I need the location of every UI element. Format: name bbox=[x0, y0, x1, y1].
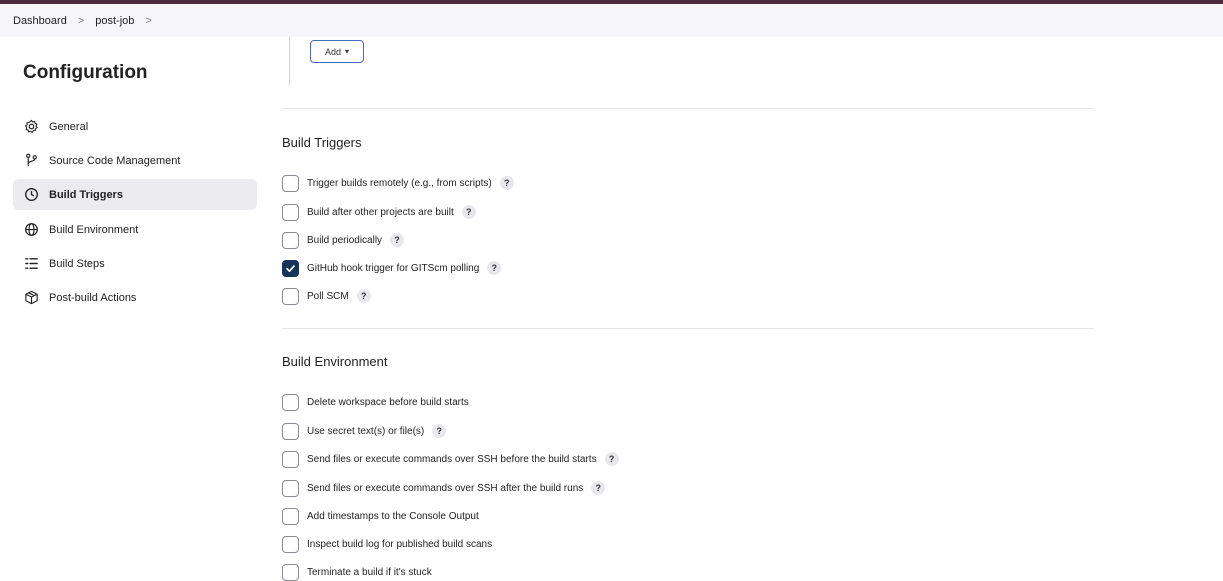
checkbox[interactable] bbox=[282, 450, 299, 468]
chevron-down-icon: ▾ bbox=[345, 47, 350, 56]
help-icon[interactable]: ? bbox=[432, 424, 447, 438]
branch-icon bbox=[23, 153, 39, 169]
section-indent-line bbox=[289, 37, 290, 85]
sidebar-item-label: Build Triggers bbox=[49, 188, 123, 201]
section-divider bbox=[282, 108, 1094, 109]
checkbox[interactable] bbox=[282, 422, 299, 440]
checkbox[interactable] bbox=[282, 507, 299, 525]
option-github-hook-trigger: GitHub hook trigger for GITScm polling ? bbox=[282, 259, 502, 277]
add-button[interactable]: Add ▾ bbox=[310, 40, 364, 63]
option-label[interactable]: Build periodically bbox=[307, 235, 382, 246]
option-label[interactable]: Use secret text(s) or file(s) bbox=[307, 426, 424, 437]
gear-icon bbox=[23, 119, 39, 135]
help-icon[interactable]: ? bbox=[356, 289, 371, 303]
help-icon[interactable]: ? bbox=[591, 481, 606, 495]
option-poll-scm: Poll SCM ? bbox=[282, 287, 371, 305]
sidebar-item-label: General bbox=[49, 120, 89, 133]
breadcrumb-dashboard[interactable]: Dashboard bbox=[13, 15, 67, 27]
option-label[interactable]: Send files or execute commands over SSH … bbox=[307, 483, 583, 494]
option-label[interactable]: Inspect build log for published build sc… bbox=[307, 539, 492, 550]
option-label[interactable]: Trigger builds remotely (e.g., from scri… bbox=[307, 178, 492, 189]
help-icon[interactable]: ? bbox=[461, 205, 476, 219]
option-label[interactable]: Poll SCM bbox=[307, 291, 349, 302]
checkbox[interactable] bbox=[282, 535, 299, 553]
sidebar-item-source-code-management[interactable]: Source Code Management bbox=[13, 145, 257, 176]
build-triggers-title: Build Triggers bbox=[282, 135, 362, 150]
checkbox[interactable] bbox=[282, 231, 299, 249]
option-label[interactable]: Build after other projects are built bbox=[307, 207, 454, 218]
chevron-right-icon: > bbox=[77, 14, 85, 27]
option-add-timestamps: Add timestamps to the Console Output bbox=[282, 507, 479, 525]
sidebar-item-build-environment[interactable]: Build Environment bbox=[13, 214, 257, 245]
checkbox[interactable] bbox=[282, 479, 299, 497]
page-title: Configuration bbox=[23, 62, 148, 83]
option-delete-workspace: Delete workspace before build starts bbox=[282, 393, 469, 411]
breadcrumb: Dashboard > post-job > bbox=[0, 4, 1223, 37]
globe-icon bbox=[23, 222, 39, 238]
option-label[interactable]: Add timestamps to the Console Output bbox=[307, 511, 479, 522]
sidebar-item-build-triggers[interactable]: Build Triggers bbox=[13, 179, 257, 210]
option-inspect-build-log: Inspect build log for published build sc… bbox=[282, 535, 492, 553]
check-icon bbox=[286, 264, 295, 272]
checkbox[interactable] bbox=[282, 203, 299, 221]
sidebar-item-general[interactable]: General bbox=[13, 111, 257, 142]
option-label[interactable]: GitHub hook trigger for GITScm polling bbox=[307, 263, 479, 274]
list-icon bbox=[23, 256, 39, 272]
checkbox[interactable] bbox=[282, 393, 299, 411]
checkbox[interactable] bbox=[282, 174, 299, 192]
package-icon bbox=[23, 290, 39, 306]
breadcrumb-post-job[interactable]: post-job bbox=[95, 15, 134, 27]
option-terminate-stuck-build: Terminate a build if it's stuck bbox=[282, 563, 432, 581]
help-icon[interactable]: ? bbox=[487, 261, 502, 275]
sidebar-item-build-steps[interactable]: Build Steps bbox=[13, 248, 257, 279]
clock-icon bbox=[23, 187, 39, 203]
help-icon[interactable]: ? bbox=[390, 233, 405, 247]
help-icon[interactable]: ? bbox=[604, 452, 619, 466]
chevron-right-icon[interactable]: > bbox=[145, 15, 151, 27]
sidebar-item-label: Build Environment bbox=[49, 223, 139, 236]
option-label[interactable]: Send files or execute commands over SSH … bbox=[307, 454, 597, 465]
checkbox[interactable] bbox=[282, 563, 299, 581]
section-divider bbox=[282, 328, 1094, 329]
option-use-secret-text: Use secret text(s) or file(s) ? bbox=[282, 422, 447, 440]
option-build-after-other-projects: Build after other projects are built ? bbox=[282, 203, 476, 221]
sidebar-item-label: Build Steps bbox=[49, 257, 105, 270]
option-label[interactable]: Delete workspace before build starts bbox=[307, 397, 469, 408]
add-button-label: Add bbox=[324, 46, 341, 57]
sidebar-item-post-build-actions[interactable]: Post-build Actions bbox=[13, 282, 257, 313]
option-ssh-before-build: Send files or execute commands over SSH … bbox=[282, 450, 619, 468]
help-icon[interactable]: ? bbox=[499, 176, 514, 190]
sidebar-item-label: Post-build Actions bbox=[49, 291, 137, 304]
option-build-periodically: Build periodically ? bbox=[282, 231, 405, 249]
build-environment-title: Build Environment bbox=[282, 354, 388, 369]
option-trigger-remotely: Trigger builds remotely (e.g., from scri… bbox=[282, 174, 514, 192]
sidebar-item-label: Source Code Management bbox=[49, 154, 181, 167]
checkbox[interactable] bbox=[282, 287, 299, 305]
checkbox-checked[interactable] bbox=[282, 259, 299, 277]
option-ssh-after-build: Send files or execute commands over SSH … bbox=[282, 479, 606, 497]
option-label[interactable]: Terminate a build if it's stuck bbox=[307, 567, 432, 578]
